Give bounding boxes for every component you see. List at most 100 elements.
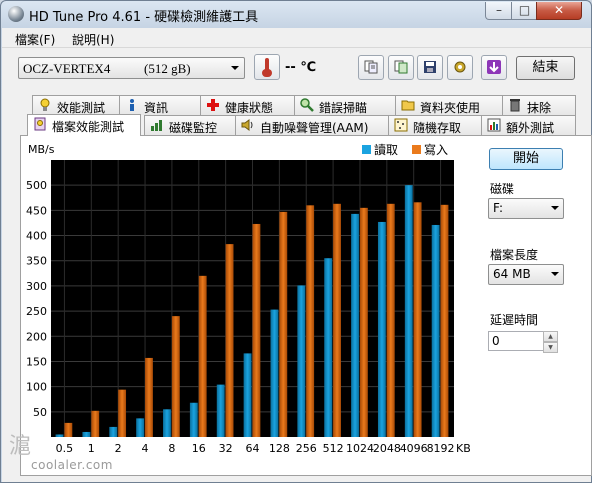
drive-capacity: (512 gB)	[144, 61, 191, 76]
y-tick-label: 450	[26, 204, 47, 217]
file-length-value: 64 MB	[493, 267, 531, 281]
menu-help[interactable]: 說明(H)	[72, 31, 114, 48]
start-button[interactable]: 開始	[489, 148, 563, 170]
save-button[interactable]	[417, 55, 443, 80]
download-button[interactable]	[481, 55, 507, 80]
tab-extra-tests[interactable]: 額外測試	[481, 115, 576, 135]
copy-text-button[interactable]	[358, 55, 384, 80]
spin-up-icon[interactable]: ▲	[543, 331, 558, 342]
legend-read-label: 讀取	[374, 143, 398, 157]
file-length-select[interactable]: 64 MB	[488, 264, 564, 285]
legend-read-swatch	[362, 145, 371, 154]
tab-file-benchmark[interactable]: 檔案效能測試	[27, 114, 141, 136]
benchmark-chart: 50 100 150 200 250 300 350 400 450 500 MB/s 0.5 1 2 4 8…	[26, 142, 471, 455]
write-bar	[413, 202, 422, 437]
tab-benchmark[interactable]: 效能測試	[32, 95, 120, 115]
menu-bar: 檔案(F) 說明(H)	[2, 28, 591, 48]
read-bar	[351, 213, 359, 437]
exit-button[interactable]: 結束	[516, 56, 575, 80]
x-tick-label: 256	[296, 442, 317, 455]
maximize-button[interactable]: □	[511, 2, 538, 20]
x-tick-label: 8192	[427, 442, 455, 455]
tab-label: 抹除	[527, 101, 552, 115]
tab-label: 資訊	[144, 101, 169, 115]
app-window: HD Tune Pro 4.61 - 硬碟檢測維護工具 – □ ✕ 檔案(F) …	[0, 0, 592, 483]
legend-write-label: 寫入	[424, 142, 448, 157]
write-bar	[145, 357, 153, 437]
tab-disk-monitor[interactable]: 磁碟監控	[144, 115, 236, 135]
y-tick-label: 50	[33, 406, 47, 419]
delay-spinner[interactable]: ▲ ▼	[543, 331, 558, 353]
lightbulb-icon	[40, 98, 50, 111]
y-tick-label: 350	[26, 255, 47, 268]
watermark-site: coolaler.com	[31, 458, 113, 472]
drive-letter-select[interactable]: F:	[488, 198, 564, 219]
tab-label: 檔案效能測試	[52, 120, 125, 134]
tab-aam[interactable]: 自動噪聲管理(AAM)	[235, 115, 389, 135]
copy-screen-icon	[394, 60, 408, 74]
read-bar	[324, 258, 333, 437]
window-title: HD Tune Pro 4.61 - 硬碟檢測維護工具	[29, 10, 259, 25]
spin-down-icon[interactable]: ▼	[543, 342, 558, 353]
app-icon	[8, 6, 24, 22]
write-bar	[359, 207, 368, 437]
tab-folder-usage[interactable]: 資料夾使用	[395, 95, 503, 115]
disk-monitor-icon	[151, 120, 162, 131]
copy-screen-button[interactable]	[388, 55, 414, 80]
y-tick-label: 150	[26, 355, 47, 368]
tab-health[interactable]: 健康狀態	[200, 95, 295, 115]
delay-label: 延遲時間	[490, 313, 539, 327]
read-bar	[55, 434, 64, 437]
chevron-down-icon	[551, 206, 559, 210]
drive-selector[interactable]: OCZ-VERTEX4 (512 gB)	[18, 57, 245, 79]
health-cross-icon	[207, 99, 219, 111]
chevron-down-icon	[231, 66, 239, 70]
write-bar	[279, 211, 288, 437]
y-tick-label: 200	[26, 330, 47, 343]
copy-text-icon	[364, 60, 378, 74]
read-bar	[136, 418, 145, 437]
speaker-icon	[241, 119, 253, 131]
delay-value: 0	[492, 334, 500, 348]
read-bar	[82, 431, 91, 437]
trash-icon	[510, 99, 520, 112]
x-tick-label: 2	[115, 442, 122, 455]
x-tick-label: 8	[168, 442, 175, 455]
chevron-down-icon	[551, 272, 559, 276]
settings-button[interactable]	[447, 55, 473, 80]
menu-file[interactable]: 檔案(F)	[15, 31, 55, 48]
x-tick-label: 1024	[346, 442, 374, 455]
x-tick-label: 0.5	[56, 442, 74, 455]
read-bar	[431, 224, 440, 437]
random-access-icon	[394, 118, 408, 132]
watermark-logo-icon: 滬	[9, 434, 32, 459]
x-tick-label: 32	[219, 442, 233, 455]
file-benchmark-icon	[34, 117, 46, 131]
read-bar	[216, 384, 225, 437]
tab-error-scan[interactable]: 錯誤掃瞄	[294, 95, 396, 115]
read-bar	[243, 353, 252, 437]
delay-input[interactable]: 0	[488, 331, 545, 351]
write-bar	[198, 275, 207, 437]
x-tick-label: 2048	[373, 442, 401, 455]
save-icon	[424, 61, 436, 73]
read-bar	[109, 426, 118, 437]
tab-info[interactable]: 資訊	[119, 95, 201, 115]
close-button[interactable]: ✕	[536, 2, 582, 20]
folder-icon	[401, 100, 415, 111]
minimize-button[interactable]: –	[485, 2, 513, 20]
drive-label: 磁碟	[490, 182, 515, 196]
write-bar	[386, 203, 395, 437]
read-bar	[189, 402, 198, 437]
y-tick-label: 100	[26, 381, 47, 394]
write-bar	[306, 205, 315, 437]
write-bar	[440, 204, 449, 437]
tab-label: 磁碟監控	[169, 121, 218, 135]
tab-label: 資料夾使用	[420, 101, 481, 115]
x-tick-label: 16	[192, 442, 206, 455]
tab-label: 自動噪聲管理(AAM)	[260, 121, 369, 135]
tab-random-access[interactable]: 隨機存取	[388, 115, 482, 135]
drive-letter-value: F:	[493, 201, 504, 215]
tab-erase[interactable]: 抹除	[502, 95, 576, 115]
y-tick-label: 400	[26, 230, 47, 243]
